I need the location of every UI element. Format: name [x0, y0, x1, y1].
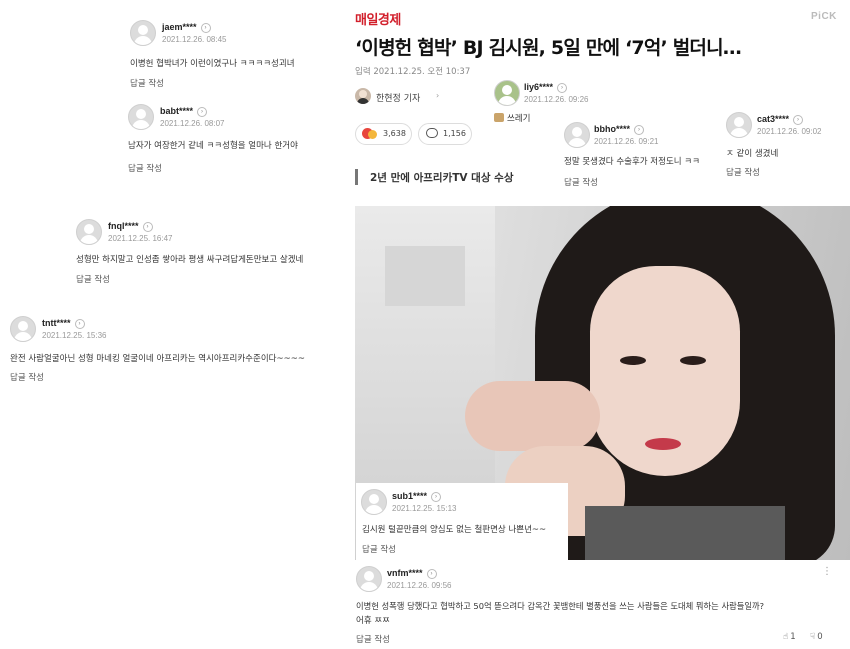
default-avatar-icon[interactable]: [130, 20, 156, 46]
reply-button[interactable]: 답글 작성: [10, 371, 44, 383]
default-avatar-icon[interactable]: [356, 566, 382, 592]
user-avatar[interactable]: [494, 80, 520, 106]
article-headline: ‘이병헌 협박’ BJ 김시원, 5일 만에 ‘7억’ 벌더니…: [355, 37, 742, 59]
default-avatar-icon[interactable]: [128, 104, 154, 130]
comment-text: ㅈ 같이 생겼네: [726, 149, 779, 159]
comment-username[interactable]: cat3****: [757, 114, 789, 124]
like-count: 1: [790, 632, 796, 642]
comment-time: 2021.12.26. 09:26: [524, 95, 589, 104]
chevron-right-icon: ›: [74, 318, 85, 329]
comment-username[interactable]: babt****: [160, 106, 193, 116]
chevron-right-icon: ›: [793, 114, 804, 125]
emoji-reaction-icon-2: [368, 130, 377, 139]
chevron-right-icon: ›: [431, 491, 442, 502]
comment-text: 완전 사람얼굴아닌 성형 마네킹 얼굴이네 아프리카는 역시아프리카수준이다~~…: [10, 354, 305, 364]
default-avatar-icon[interactable]: [76, 219, 102, 245]
comment-text: 김시원 털끝만큼의 양심도 없는 철판면상 나쁜년~~: [362, 525, 547, 535]
reply-button[interactable]: 답글 작성: [76, 273, 110, 285]
comment-username[interactable]: bbho****: [594, 124, 630, 134]
comment-username[interactable]: jaem****: [162, 22, 197, 32]
comment-button[interactable]: 1,156: [418, 123, 472, 145]
speech-bubble-icon: [426, 128, 438, 138]
comment-time: 2021.12.25. 16:47: [108, 234, 173, 243]
reply-button[interactable]: 답글 작성: [564, 176, 598, 188]
chevron-right-icon: ›: [557, 82, 568, 93]
sticker-icon: [494, 113, 504, 122]
like-button[interactable]: ☝ 1: [783, 632, 796, 642]
reaction-count: 3,638: [383, 129, 406, 138]
comment-text: 남자가 여장한거 같네 ㅋㅋ성형을 얼마나 한거야: [128, 141, 298, 151]
comment-text: 이병헌 협박녀가 이런이였구나 ㅋㅋㅋㅋ성괴녀: [130, 59, 295, 69]
press-logo[interactable]: 매일경제: [355, 9, 401, 28]
reporter-avatar[interactable]: [355, 88, 371, 104]
comment-card: fnql**** › 2021.12.25. 16:47 성형만 하지말고 인성좀…: [76, 219, 338, 291]
comment-time: 2021.12.26. 09:21: [594, 137, 659, 146]
comment-card: jaem**** › 2021.12.26. 08:45 이병헌 협박녀가 이런이…: [130, 20, 340, 92]
comment-time: 2021.12.26. 08:45: [162, 35, 227, 44]
subheading-bar: [355, 169, 358, 185]
chevron-right-icon: ›: [197, 106, 208, 117]
comment-card: sub1**** › 2021.12.25. 15:13 김시원 털끝만큼의 양심…: [356, 483, 568, 561]
chevron-right-icon: ›: [634, 124, 644, 135]
reply-button[interactable]: 답글 작성: [356, 633, 390, 645]
reply-button[interactable]: 답글 작성: [130, 77, 164, 89]
comment-username[interactable]: fnql****: [108, 221, 139, 231]
comment-card: bbho**** › 2021.12.26. 09:21 정말 못생겼다 수술후가…: [560, 120, 720, 190]
comment-text: 성형만 하지말고 인성좀 쌓아라 평생 싸구려답게돈만보고 살겠네: [76, 255, 304, 265]
more-vertical-icon[interactable]: ⋮: [822, 566, 832, 577]
chevron-right-icon: ›: [142, 221, 153, 232]
comment-username[interactable]: tntt****: [42, 318, 71, 328]
reporter-name[interactable]: 한현정 기자: [376, 91, 420, 104]
reply-button[interactable]: 답글 작성: [726, 166, 760, 178]
article-subheading: 2년 만에 아프리카TV 대상 수상: [370, 172, 514, 184]
comment-time: 2021.12.25. 15:36: [42, 331, 107, 340]
pick-badge: PiCK: [811, 11, 837, 22]
comment-username[interactable]: sub1****: [392, 491, 427, 501]
comment-time: 2021.12.26. 09:56: [387, 581, 452, 590]
default-avatar-icon[interactable]: [361, 489, 387, 515]
comment-card: cat3**** › 2021.12.26. 09:02 ㅈ 같이 생겼네 답글 …: [724, 110, 848, 180]
comment-time: 2021.12.25. 15:13: [392, 504, 457, 513]
thumbs-up-icon: ☝: [783, 632, 789, 642]
dislike-button[interactable]: ☟ 0: [810, 632, 823, 642]
comment-username[interactable]: liy6****: [524, 82, 553, 92]
chevron-right-icon: ›: [436, 91, 440, 100]
chevron-right-icon: ›: [200, 22, 211, 33]
comment-card: babt**** › 2021.12.26. 08:07 남자가 여장한거 같네 …: [128, 104, 338, 176]
chevron-right-icon: ›: [426, 568, 437, 579]
thumbs-down-icon: ☟: [810, 632, 816, 642]
comment-time: 2021.12.26. 08:07: [160, 119, 225, 128]
dislike-count: 0: [817, 632, 823, 642]
reply-button[interactable]: 답글 작성: [362, 543, 396, 555]
reply-button[interactable]: 답글 작성: [128, 162, 162, 174]
comment-card: vnfm**** › 2021.12.26. 09:56 ⋮ 이병헌 성폭행 당했…: [350, 560, 850, 649]
comment-text-line1: 이병헌 성폭행 당했다고 협박하고 50억 뜯으려다 감옥간 꽃뱀한테 별풍선을…: [356, 601, 765, 611]
comment-username[interactable]: vnfm****: [387, 568, 423, 578]
comment-count: 1,156: [443, 129, 466, 138]
default-avatar-icon[interactable]: [10, 316, 36, 342]
reaction-button[interactable]: 3,638: [355, 123, 412, 145]
comment-text: 정말 못생겼다 수술후가 저정도니 ㅋㅋ: [564, 157, 700, 167]
default-avatar-icon[interactable]: [726, 112, 752, 138]
default-avatar-icon[interactable]: [564, 122, 590, 148]
comment-time: 2021.12.26. 09:02: [757, 127, 822, 136]
comment-text: 쓰레기: [507, 114, 531, 124]
article-date: 입력 2021.12.25. 오전 10:37: [355, 67, 471, 77]
comment-text-line2: 어휴 ㅉㅉ: [356, 616, 390, 626]
comment-card: tntt**** › 2021.12.25. 15:36 완전 사람얼굴아닌 성형…: [10, 316, 342, 388]
